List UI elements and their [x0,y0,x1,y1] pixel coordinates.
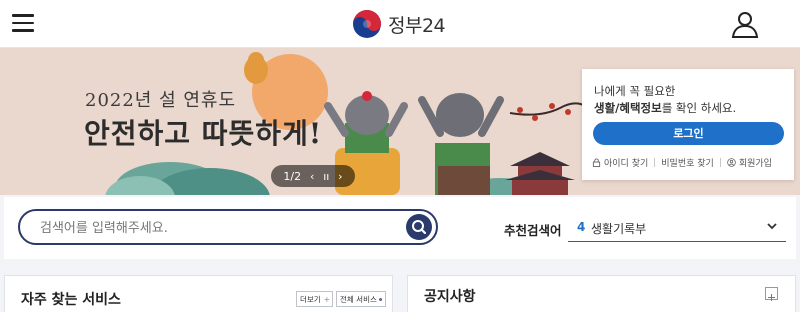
notice-panel: 공지사항 [407,275,796,312]
login-card: 나에게 꼭 필요한 생활/혜택정보를 확인 하세요. 로그인 아이디 찾기 비밀… [582,69,794,180]
logo[interactable]: 정부24 [352,8,446,40]
notice-more-plus-icon[interactable] [765,287,778,301]
all-services-button[interactable]: 전체 서비스 [336,291,386,307]
logo-text: 정부24 [388,14,446,37]
lock-icon [592,158,601,167]
banner-subtitle: 2022년 설 연휴도 [85,90,237,111]
login-message-line1: 나에게 꼭 필요한 [594,84,676,98]
arrow-right-circle-icon [379,297,382,301]
user-icon[interactable] [731,10,759,38]
chevron-down-icon[interactable] [766,221,778,231]
search-box [18,209,438,245]
hamburger-icon[interactable] [12,14,34,32]
find-id-link[interactable]: 아이디 찾기 [592,156,648,169]
person-circle-icon [727,158,736,167]
frequent-services-title: 자주 찾는 서비스 [21,292,121,308]
divider [654,158,656,167]
pager-pause-button[interactable]: ıı [323,170,329,183]
frequent-services-panel: 자주 찾는 서비스 더보기 + 전체 서비스 [4,275,393,312]
notice-title: 공지사항 [424,289,476,305]
login-button[interactable]: 로그인 [593,122,784,145]
recommended-search-dropdown[interactable]: 4 생활기록부 [568,212,786,242]
banner-title: 안전하고 따뜻하게! [84,117,323,150]
find-password-link[interactable]: 비밀번호 찾기 [661,156,714,169]
search-button[interactable] [406,214,432,240]
divider [719,158,721,167]
pager-count: 1/2 [283,169,302,183]
banner-pager: 1/2 ‹ ıı › [271,165,355,187]
header: 정부24 [0,0,800,48]
taegeuk-logo-icon [353,10,381,38]
page: 정부24 2022년 설 연휴도 안전하고 따뜻하게! 1/2 ‹ ıı › 나… [0,0,800,312]
search-section: 추천검색어 4 생활기록부 [4,197,796,259]
pager-next-button[interactable]: › [338,170,342,183]
recommended-rank: 4 [577,220,586,234]
login-message-line2: 생활/혜택정보를 확인 하세요. [594,101,737,115]
more-button[interactable]: 더보기 + [296,291,333,307]
signup-link[interactable]: 회원가입 [727,156,772,169]
login-links: 아이디 찾기 비밀번호 찾기 회원가입 [592,156,787,169]
search-input[interactable] [40,218,380,238]
pager-prev-button[interactable]: ‹ [310,170,314,183]
search-icon [412,220,427,235]
recommended-search-label: 추천검색어 [504,223,562,238]
plus-icon: + [323,294,330,304]
recommended-keyword[interactable]: 생활기록부 [591,220,646,237]
